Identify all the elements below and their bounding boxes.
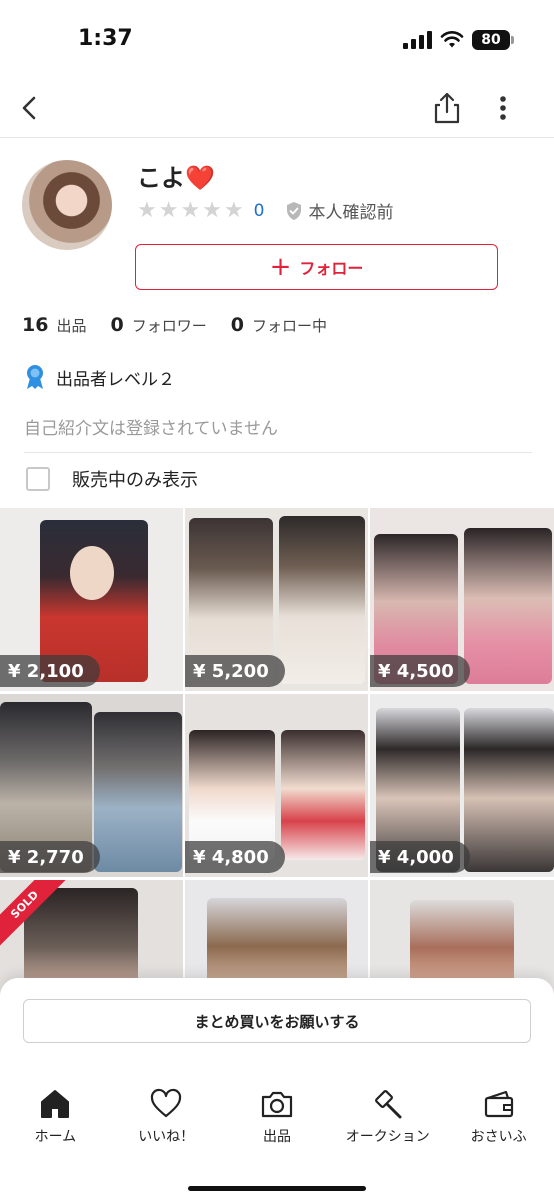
heart-icon [151,1088,182,1118]
verification-label: 本人確認前 [308,203,394,223]
verification-status: 本人確認前 [285,198,394,223]
item-tile[interactable]: ¥ 5,200 [185,508,368,691]
tab-label: おさいふ [470,1129,527,1145]
stat-value: 0 [230,314,244,336]
item-tile[interactable]: ¥ 4,000 [370,694,554,877]
tab-label: 出品 [262,1129,291,1145]
tab-home[interactable]: ホーム [0,1088,111,1152]
stat-value: 16 [22,314,49,336]
stat-followers[interactable]: 0 フォロワー [110,314,206,336]
star-icon: ★ [180,198,201,223]
battery-icon: 80 [472,30,514,50]
seller-level[interactable]: 出品者レベル２ [24,364,175,390]
stat-value: 0 [110,314,124,336]
bio-text: 自己紹介文は登録されていません [24,419,278,439]
more-options-icon[interactable] [492,90,514,126]
item-tile[interactable]: ¥ 2,100 [0,508,183,691]
stat-label: フォロー中 [251,317,327,335]
item-tile[interactable]: ¥ 4,800 [185,694,368,877]
item-tile[interactable]: ¥ 4,500 [370,508,554,691]
plus-icon: + [269,252,292,282]
bulk-buy-button[interactable]: まとめ買いをお願いする [23,999,531,1043]
profile-stats: 16 出品 0 フォロワー 0 フォロー中 [22,314,351,336]
bottom-panel: まとめ買いをお願いする ホーム いいね！ 出品 オークション おさいふ [0,978,554,1200]
on-sale-filter-label: 販売中のみ表示 [72,470,198,491]
stat-following[interactable]: 0 フォロー中 [231,314,327,336]
divider [24,452,532,453]
tab-bar: ホーム いいね！ 出品 オークション おさいふ [0,1088,554,1152]
tab-likes[interactable]: いいね！ [111,1088,222,1152]
item-photo [279,516,365,684]
item-price: ¥ 2,100 [0,655,100,687]
tab-label: いいね！ [138,1129,195,1145]
tab-sell[interactable]: 出品 [222,1088,333,1152]
rating-row[interactable]: ★ ★ ★ ★ ★ 0 本人確認前 [137,198,394,223]
item-photo [464,528,552,684]
shield-check-icon [286,201,301,220]
tab-label: ホーム [34,1129,77,1145]
star-icon: ★ [158,198,179,223]
seller-level-label: 出品者レベル２ [56,369,175,390]
item-photo [94,712,182,872]
tab-wallet[interactable]: おさいふ [443,1088,554,1152]
item-price: ¥ 4,000 [370,841,470,873]
profile-name-text: こよ [137,164,185,192]
signal-icon [403,31,432,49]
stat-listings[interactable]: 16 出品 [22,314,86,336]
avatar[interactable] [22,160,112,250]
item-photo [464,708,554,872]
auction-hammer-icon [374,1090,402,1119]
rating-count[interactable]: 0 [254,201,265,221]
profile-name: こよ❤️ [137,158,215,193]
top-nav [0,80,554,138]
follow-button[interactable]: + フォロー [135,244,498,290]
tab-label: オークション [345,1129,430,1145]
on-sale-checkbox[interactable] [26,467,50,491]
stat-label: フォロワー [131,317,207,335]
wallet-icon [484,1090,513,1118]
medal-icon [27,365,43,389]
tab-auction[interactable]: オークション [332,1088,443,1152]
home-icon [41,1090,70,1118]
home-indicator [188,1186,366,1191]
status-bar: 1:37 80 [0,0,554,80]
heart-emoji: ❤️ [185,164,215,192]
star-icon: ★ [223,198,244,223]
item-tile[interactable]: ¥ 2,770 [0,694,183,877]
back-icon[interactable] [14,90,44,126]
follow-label: フォロー [299,259,364,278]
status-time: 1:37 [78,26,133,51]
item-price: ¥ 4,500 [370,655,470,687]
item-price: ¥ 5,200 [185,655,285,687]
stat-label: 出品 [56,317,87,335]
status-icons: 80 [403,30,514,50]
camera-icon [261,1091,293,1118]
item-price: ¥ 4,800 [185,841,285,873]
item-photo [281,730,365,860]
share-icon[interactable] [432,90,462,126]
wifi-icon [440,31,464,48]
item-photo-face [70,546,114,600]
on-sale-filter[interactable]: 販売中のみ表示 [26,466,198,492]
item-price: ¥ 2,770 [0,841,100,873]
star-icon: ★ [137,198,157,223]
star-icon: ★ [202,198,222,223]
